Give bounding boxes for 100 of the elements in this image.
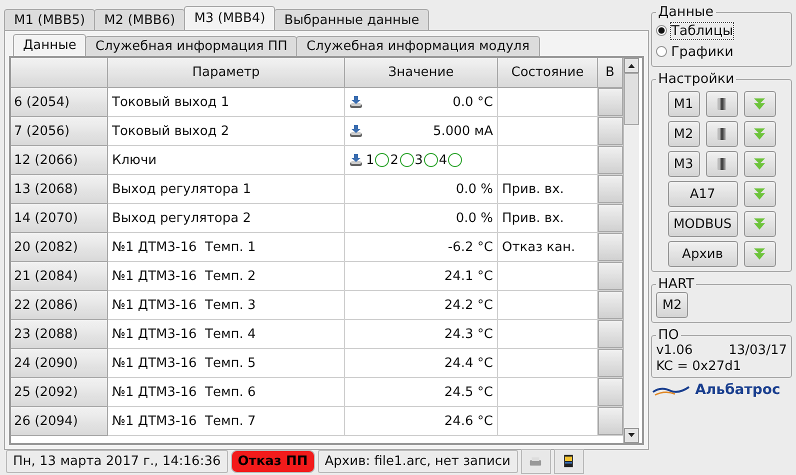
module-button[interactable]: M3 bbox=[668, 151, 700, 177]
group-title: HART bbox=[657, 276, 696, 292]
column-header[interactable]: Параметр bbox=[108, 58, 345, 88]
data-tab[interactable]: Служебная информация модуля bbox=[296, 36, 540, 56]
row-header[interactable]: 26 (2094) bbox=[11, 407, 108, 436]
version-text: v1.06 bbox=[656, 343, 693, 359]
battery-icon bbox=[715, 97, 728, 111]
row-button[interactable] bbox=[598, 320, 623, 348]
row-header[interactable]: 7 (2056) bbox=[11, 117, 108, 146]
value-text: 24.6 °C bbox=[444, 414, 493, 428]
column-header[interactable]: B bbox=[598, 58, 623, 88]
row-button[interactable] bbox=[598, 378, 623, 406]
module-tab[interactable]: M2 (MBB6) bbox=[94, 9, 186, 30]
settings-button[interactable]: Архив bbox=[668, 241, 738, 267]
data-tab[interactable]: Данные bbox=[13, 34, 86, 56]
download-icon[interactable] bbox=[349, 95, 363, 109]
row-header[interactable]: 25 (2092) bbox=[11, 378, 108, 407]
arrow-down-icon bbox=[753, 157, 766, 171]
row-header[interactable]: 23 (2088) bbox=[11, 320, 108, 349]
row-button[interactable] bbox=[598, 117, 623, 145]
arrow-down-icon bbox=[753, 217, 766, 231]
parameter-cell: №1 ДТМ3-16 Темп. 2 bbox=[108, 262, 345, 291]
scrollbar[interactable] bbox=[623, 58, 639, 443]
key-number: 2 bbox=[390, 152, 399, 168]
datetime-text: Пн, 13 марта 2017 г., 14:16:36 bbox=[6, 450, 228, 472]
date-text: 13/03/17 bbox=[728, 343, 787, 359]
download-button[interactable] bbox=[744, 241, 776, 267]
parameter-cell: Ключи bbox=[108, 146, 345, 175]
battery-button[interactable] bbox=[706, 91, 738, 117]
scroll-thumb[interactable] bbox=[624, 73, 639, 125]
data-tab[interactable]: Служебная информация ПП bbox=[85, 36, 298, 56]
row-header[interactable]: 21 (2084) bbox=[11, 262, 108, 291]
module-tab[interactable]: M3 (MBB4) bbox=[184, 6, 276, 30]
download-button[interactable] bbox=[744, 121, 776, 147]
download-button[interactable] bbox=[744, 211, 776, 237]
battery-button[interactable] bbox=[706, 151, 738, 177]
row-button[interactable] bbox=[598, 291, 623, 319]
archive-status: Архив: file1.arc, нет записи bbox=[318, 450, 518, 472]
value-text: 0.0 °C bbox=[452, 94, 493, 110]
arrow-down-icon bbox=[753, 247, 766, 261]
scroll-down-button[interactable] bbox=[624, 428, 639, 443]
column-header[interactable]: Состояние bbox=[498, 58, 598, 88]
parameter-cell: Выход регулятора 1 bbox=[108, 175, 345, 204]
value-text: 24.5 °C bbox=[444, 384, 493, 400]
radio-option[interactable]: Таблицы bbox=[656, 20, 787, 41]
parameter-cell: №1 ДТМ3-16 Темп. 7 bbox=[108, 407, 345, 436]
row-button[interactable] bbox=[598, 349, 623, 377]
parameter-cell: Выход регулятора 2 bbox=[108, 204, 345, 233]
value-text: -6.2 °C bbox=[448, 240, 493, 254]
value-text: 24.2 °C bbox=[444, 298, 493, 312]
battery-icon bbox=[715, 157, 728, 171]
value-text: 24.4 °C bbox=[444, 356, 493, 370]
row-header[interactable]: 14 (2070) bbox=[11, 204, 108, 233]
value-text: 24.1 °C bbox=[444, 268, 493, 284]
arrow-down-icon bbox=[753, 187, 766, 201]
settings-button[interactable]: A17 bbox=[668, 181, 738, 207]
key-number: 4 bbox=[438, 152, 448, 168]
row-header[interactable]: 24 (2090) bbox=[11, 349, 108, 378]
row-button[interactable] bbox=[598, 262, 623, 290]
row-header[interactable]: 20 (2082) bbox=[11, 233, 108, 262]
parameter-cell: №1 ДТМ3-16 Темп. 5 bbox=[108, 349, 345, 378]
parameter-cell: №1 ДТМ3-16 Темп. 6 bbox=[108, 378, 345, 407]
parameter-cell: №1 ДТМ3-16 Темп. 4 bbox=[108, 320, 345, 349]
row-header[interactable]: 6 (2054) bbox=[11, 88, 108, 117]
row-header[interactable]: 13 (2068) bbox=[11, 175, 108, 204]
download-button[interactable] bbox=[744, 91, 776, 117]
row-button[interactable] bbox=[598, 146, 623, 174]
battery-button[interactable] bbox=[706, 121, 738, 147]
value-text: 24.3 °C bbox=[444, 326, 493, 342]
logo-text: Альбатрос bbox=[695, 382, 780, 398]
alarm-badge: Отказ ПП bbox=[230, 450, 315, 472]
download-icon[interactable] bbox=[349, 124, 363, 138]
row-button[interactable] bbox=[598, 175, 623, 203]
key-number: 3 bbox=[414, 152, 423, 168]
radio-option[interactable]: Графики bbox=[656, 41, 787, 62]
row-header[interactable]: 22 (2086) bbox=[11, 291, 108, 320]
storage-button[interactable] bbox=[554, 448, 584, 474]
row-button[interactable] bbox=[598, 233, 623, 261]
column-header[interactable]: Значение bbox=[345, 58, 498, 88]
group-title: Настройки bbox=[657, 71, 736, 87]
module-tab[interactable]: M1 (MBB5) bbox=[4, 9, 96, 30]
value-text: 0.0 % bbox=[456, 210, 493, 226]
module-button[interactable]: M1 bbox=[668, 91, 700, 117]
module-button[interactable]: M2 bbox=[668, 121, 700, 147]
hart-button[interactable]: M2 bbox=[656, 292, 688, 318]
down-arrow-icon bbox=[628, 433, 635, 438]
row-button[interactable] bbox=[598, 88, 623, 116]
parameter-cell: №1 ДТМ3-16 Темп. 3 bbox=[108, 291, 345, 320]
parameter-cell: Токовый выход 1 bbox=[108, 88, 345, 117]
key-number: 1 bbox=[366, 152, 374, 168]
checksum-text: KC = 0x27d1 bbox=[656, 359, 742, 375]
settings-button[interactable]: MODBUS bbox=[668, 211, 738, 237]
module-tab[interactable]: Выбранные данные bbox=[274, 9, 430, 30]
row-button[interactable] bbox=[598, 204, 623, 232]
download-icon[interactable] bbox=[349, 153, 363, 167]
row-header[interactable]: 12 (2066) bbox=[11, 146, 108, 175]
scroll-up-button[interactable] bbox=[624, 58, 639, 73]
arrow-down-icon bbox=[753, 97, 766, 111]
download-button[interactable] bbox=[744, 181, 776, 207]
download-button[interactable] bbox=[744, 151, 776, 177]
